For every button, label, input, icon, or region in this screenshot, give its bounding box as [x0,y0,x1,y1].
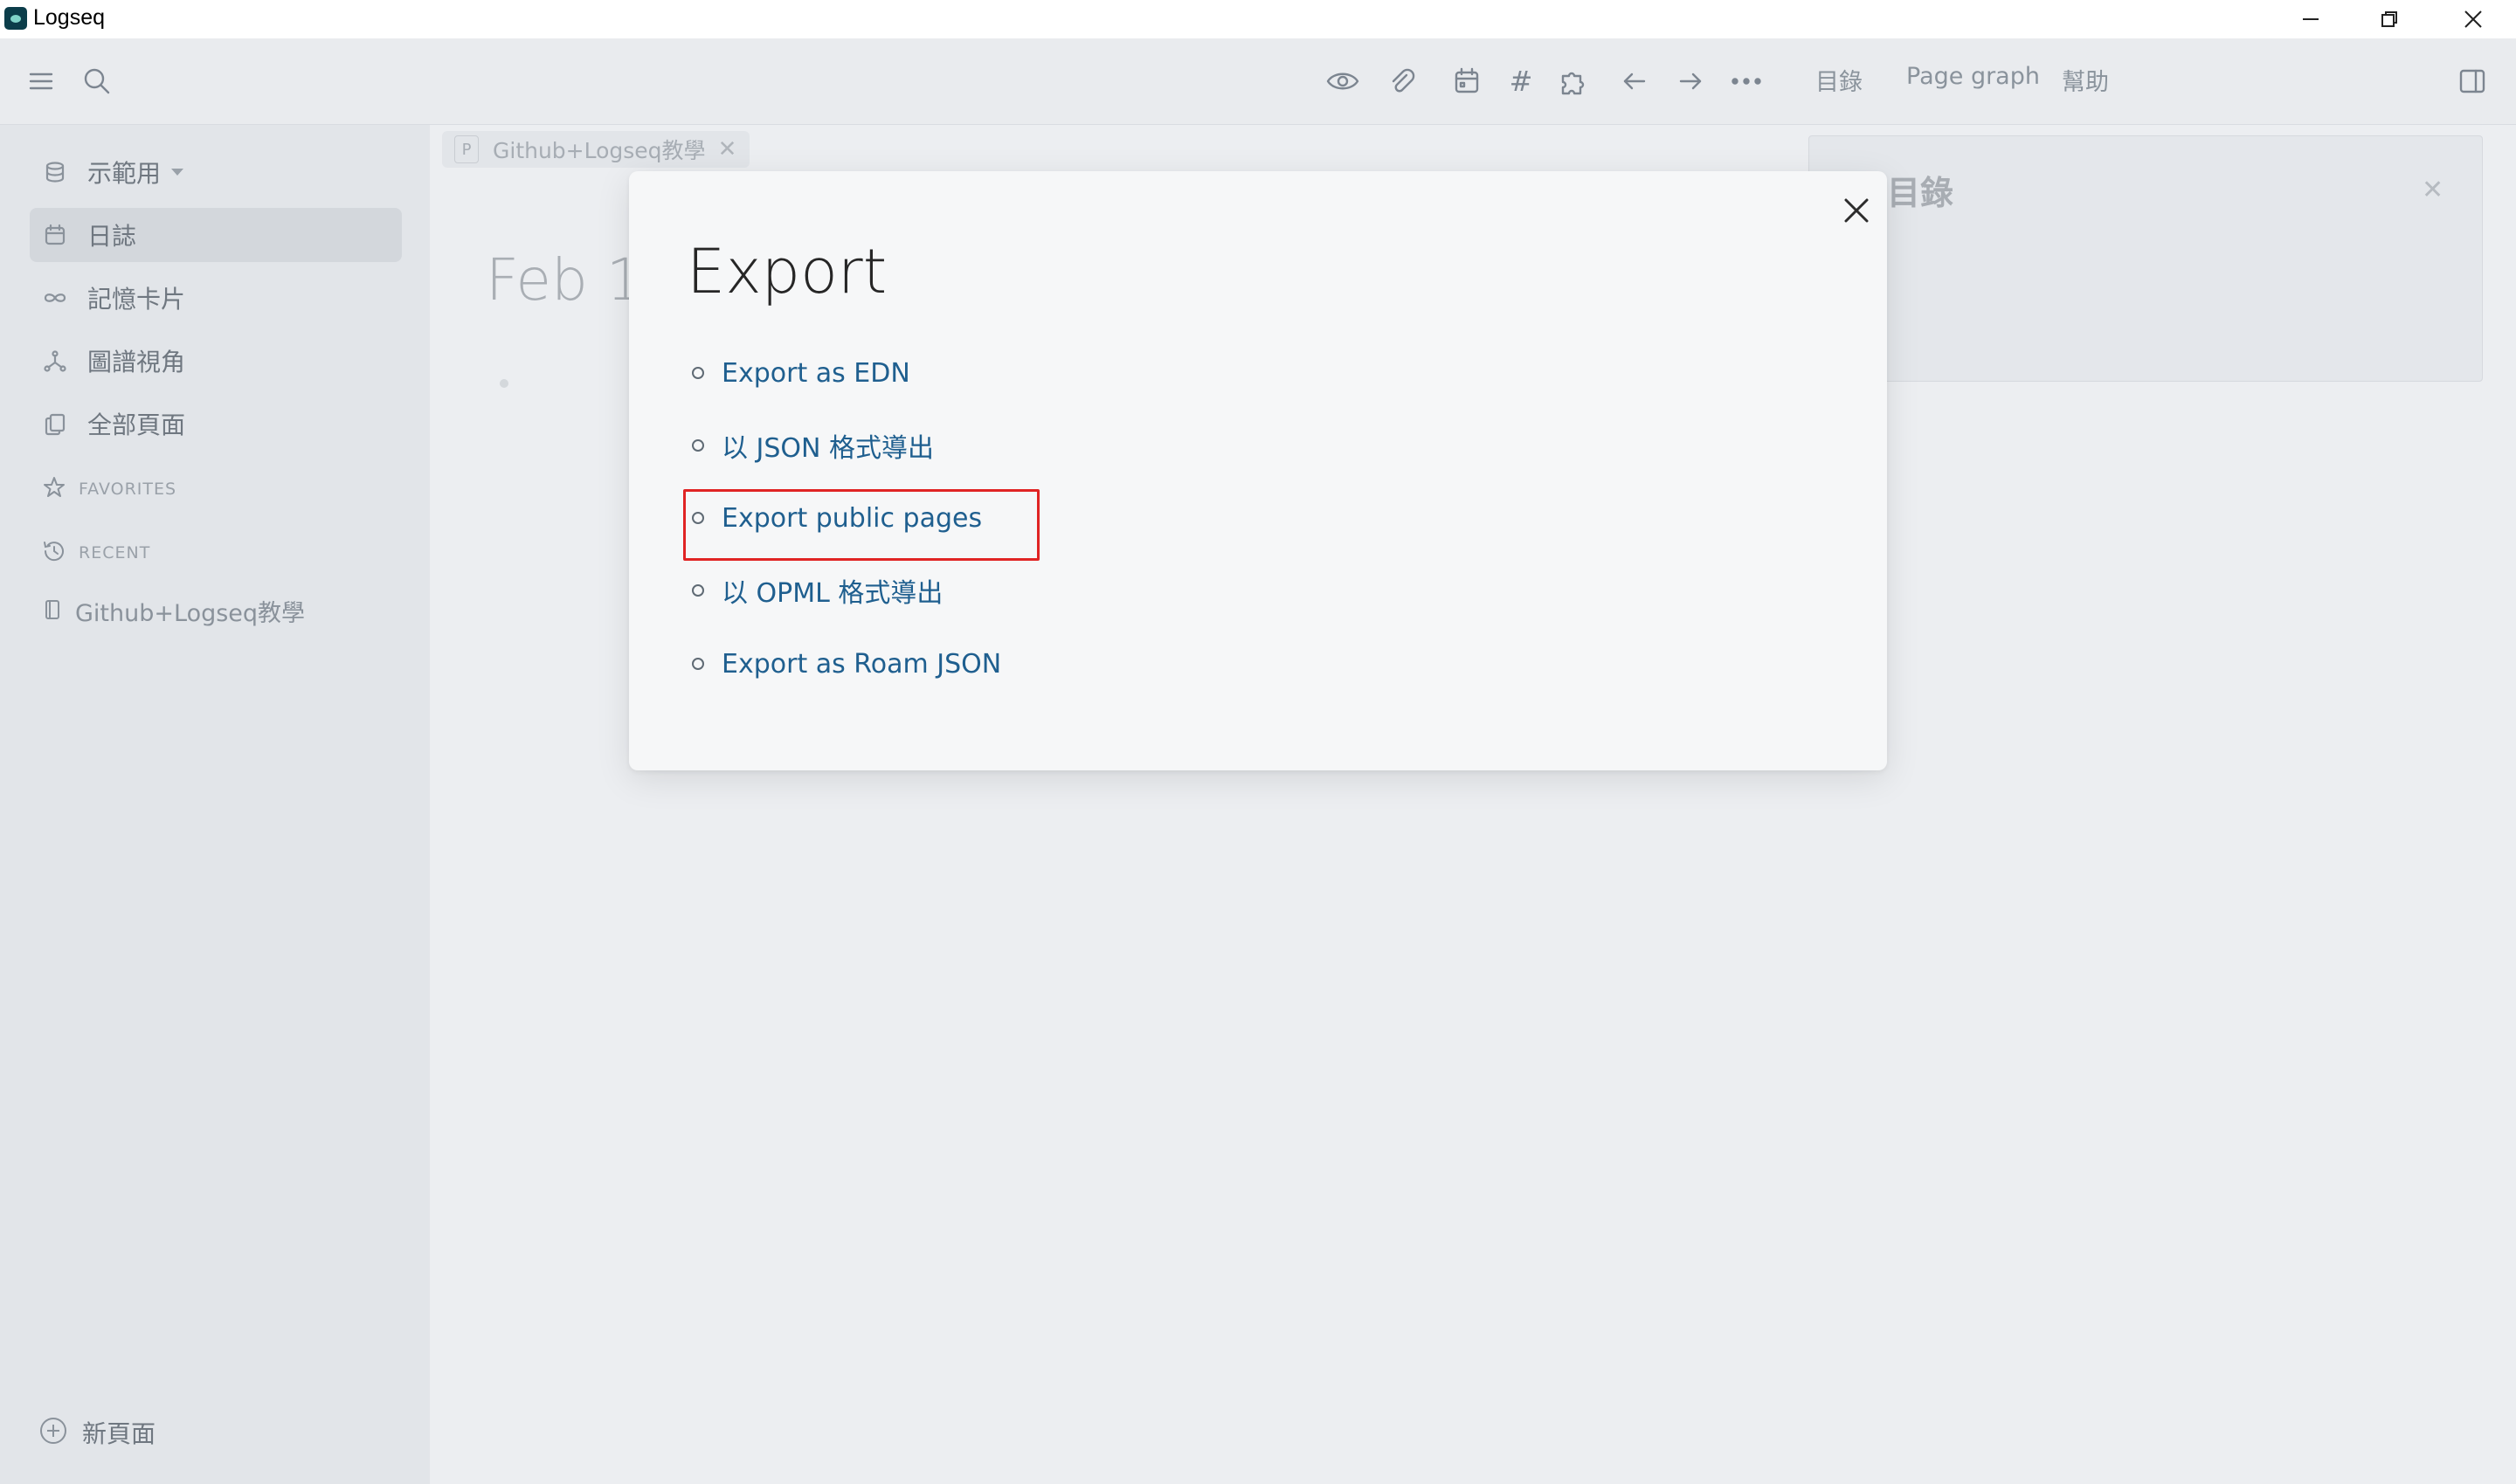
graph-icon [42,348,68,374]
favorites-section[interactable]: FAVORITES [42,475,176,503]
option-label[interactable]: Export as Roam JSON [722,649,1001,680]
star-icon [42,475,66,503]
back-arrow-icon[interactable] [1613,59,1656,103]
close-window-icon[interactable] [2434,0,2513,38]
page-icon [42,597,63,625]
tag-glyph: # [1509,65,1533,98]
puzzle-icon[interactable] [1552,59,1595,103]
sidebar-item-label: 日誌 [87,222,137,251]
export-opml-option[interactable]: 以 OPML 格式導出 [692,569,943,612]
tab-label: Github+Logseq教學 [493,138,706,163]
infinity-icon [42,285,68,311]
toc-button[interactable]: 目錄 [1815,63,1863,97]
option-label[interactable]: 以 JSON 格式導出 [722,426,934,465]
bullet-icon [692,439,704,452]
option-label[interactable]: 以 OPML 格式導出 [722,571,943,610]
graph-name: 示範用 [87,159,162,188]
page-graph-button[interactable]: Page graph [1906,63,2040,90]
journal-date-title[interactable]: Feb 1 [486,246,643,314]
export-edn-option[interactable]: Export as EDN [692,351,910,395]
recent-item[interactable]: Github+Logseq教學 [42,594,305,628]
block-bullet[interactable] [500,379,508,388]
calendar-icon [42,222,68,248]
more-options-icon[interactable] [1725,59,1768,103]
highlight-box [683,489,1040,561]
sidebar-item-label: 記憶卡片 [87,285,186,314]
calendar-icon[interactable] [1445,59,1489,103]
option-label[interactable]: Export as EDN [722,358,910,389]
close-icon[interactable]: ✕ [2422,175,2443,205]
history-icon [42,539,66,567]
recent-section[interactable]: RECENT [42,539,150,567]
search-icon[interactable] [75,59,119,103]
app-header: # 目錄 Page graph 幫助 [0,38,2516,125]
sidebar-item-journals[interactable]: 日誌 [30,208,402,262]
recent-label: RECENT [79,543,151,563]
plus-circle-icon [38,1416,68,1449]
forward-arrow-icon[interactable] [1669,59,1712,103]
database-icon [42,159,68,185]
new-page-button[interactable]: 新頁面 [38,1415,156,1450]
page-badge: P [454,135,479,163]
menu-icon[interactable] [19,59,63,103]
recent-item-label: Github+Logseq教學 [75,600,306,627]
page-tab[interactable]: P Github+Logseq教學 ✕ [442,131,750,168]
export-json-option[interactable]: 以 JSON 格式導出 [692,424,934,467]
favorites-label: FAVORITES [79,480,177,499]
toc-panel-title: 目錄 [1887,174,1954,212]
sidebar-item-all-pages[interactable]: 全部頁面 [30,397,402,451]
sidebar-item-label: 全部頁面 [87,411,186,439]
logseq-app-icon [4,7,27,30]
left-sidebar [0,125,430,1484]
restore-icon[interactable] [2350,0,2429,38]
chevron-down-icon [171,169,184,176]
export-roam-json-option[interactable]: Export as Roam JSON [692,642,1001,686]
bullet-icon [692,658,704,670]
new-page-label: 新頁面 [82,1419,156,1448]
minimize-icon[interactable] [2271,0,2350,38]
pages-icon [42,411,68,437]
help-button[interactable]: 幫助 [2062,63,2109,97]
graph-selector[interactable]: 示範用 [30,145,402,199]
dialog-title: Export [687,236,888,307]
sidebar-item-label: 圖譜視角 [87,348,186,376]
sidebar-item-flashcards[interactable]: 記憶卡片 [30,271,402,325]
attachment-icon[interactable] [1380,59,1424,103]
bullet-icon [692,584,704,597]
bullet-icon [692,367,704,379]
window-titlebar: Logseq [0,0,2516,38]
right-sidebar-toggle-icon[interactable] [2450,59,2494,103]
window-title: Logseq [33,5,106,30]
eye-icon[interactable] [1321,59,1365,103]
close-icon[interactable]: ✕ [718,136,737,162]
sidebar-item-graph-view[interactable]: 圖譜視角 [30,334,402,388]
close-icon[interactable] [1835,189,1878,232]
export-dialog: Export Export as EDN 以 JSON 格式導出 Export … [629,171,1887,770]
tag-icon[interactable]: # [1499,59,1543,103]
